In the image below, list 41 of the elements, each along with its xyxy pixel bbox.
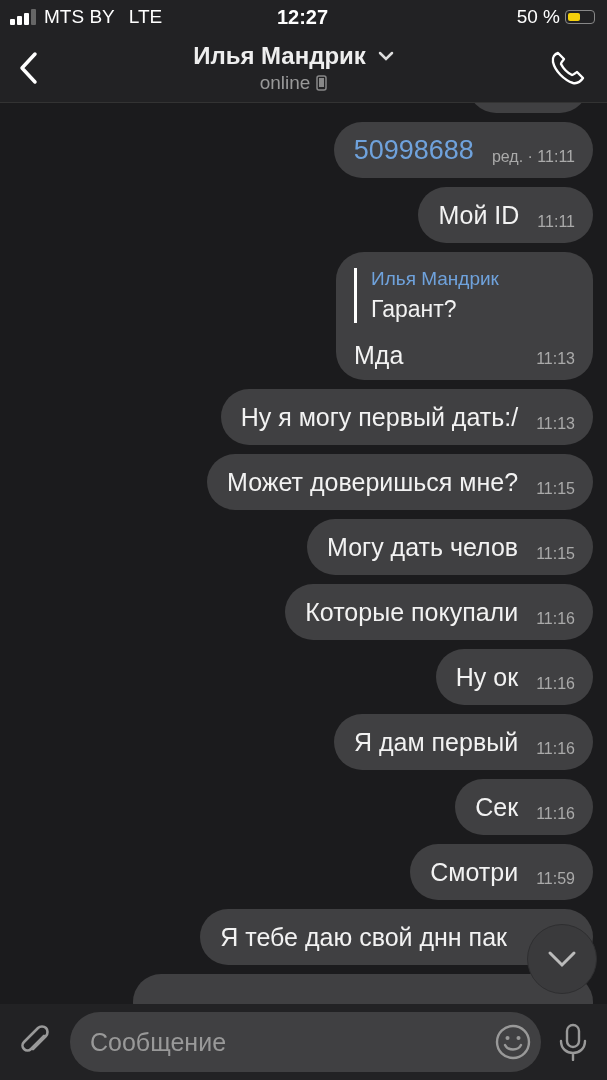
message-text: Ну я могу первый дать:/ [240,402,519,432]
message-input-field[interactable]: Сообщение [70,1012,541,1072]
message-link[interactable]: 50998688 [353,134,474,166]
online-status: online [259,72,311,94]
message-text: Сек [475,792,519,822]
back-icon[interactable] [18,51,38,85]
message-text: Которые покупали [305,597,519,627]
message-time: 11:13 [536,350,575,368]
phone-icon[interactable] [549,49,587,87]
message-text: Могу дать челов [327,532,519,562]
message-text: Может доверишься мне? [227,467,519,497]
chevron-down-icon [547,950,577,968]
message-time: 11:11 [537,213,575,231]
emoji-icon[interactable] [495,1024,531,1060]
message-time: 11:16 [536,610,575,628]
network-type: LTE [128,6,163,28]
message-text: Мой ID [438,200,520,230]
microphone-icon[interactable] [557,1023,589,1061]
message-time: 11:15 [536,480,575,498]
message-text: Мда [354,341,404,370]
battery-percent: 50 % [516,6,560,28]
chat-title[interactable]: Илья Мандрик [193,42,366,70]
quoted-message[interactable]: Илья Мандрик Гарант? [354,268,575,323]
phone-device-icon [316,75,328,91]
message-text: Смотри [430,857,519,887]
message-time: 11:15 [536,545,575,563]
quote-author: Илья Мандрик [371,268,500,290]
clock: 12:27 [276,5,329,29]
battery-icon [565,10,595,24]
message-text: Я дам первый [353,727,519,757]
chevron-down-icon[interactable] [377,51,394,61]
message-time: 11:16 [536,805,575,823]
message-time: 11:16 [536,740,575,758]
message-text: Я тебе даю свой днн пак [220,922,507,952]
message-time: ред. · 11:11 [491,148,575,166]
carrier-name: MTS BY [44,6,115,28]
quote-text: Гарант? [371,296,458,323]
message-time: 11:16 [536,675,575,693]
message-time: 11:59 [536,870,575,888]
message-text: Ну ок [455,662,519,692]
message-time: 11:13 [536,415,575,433]
